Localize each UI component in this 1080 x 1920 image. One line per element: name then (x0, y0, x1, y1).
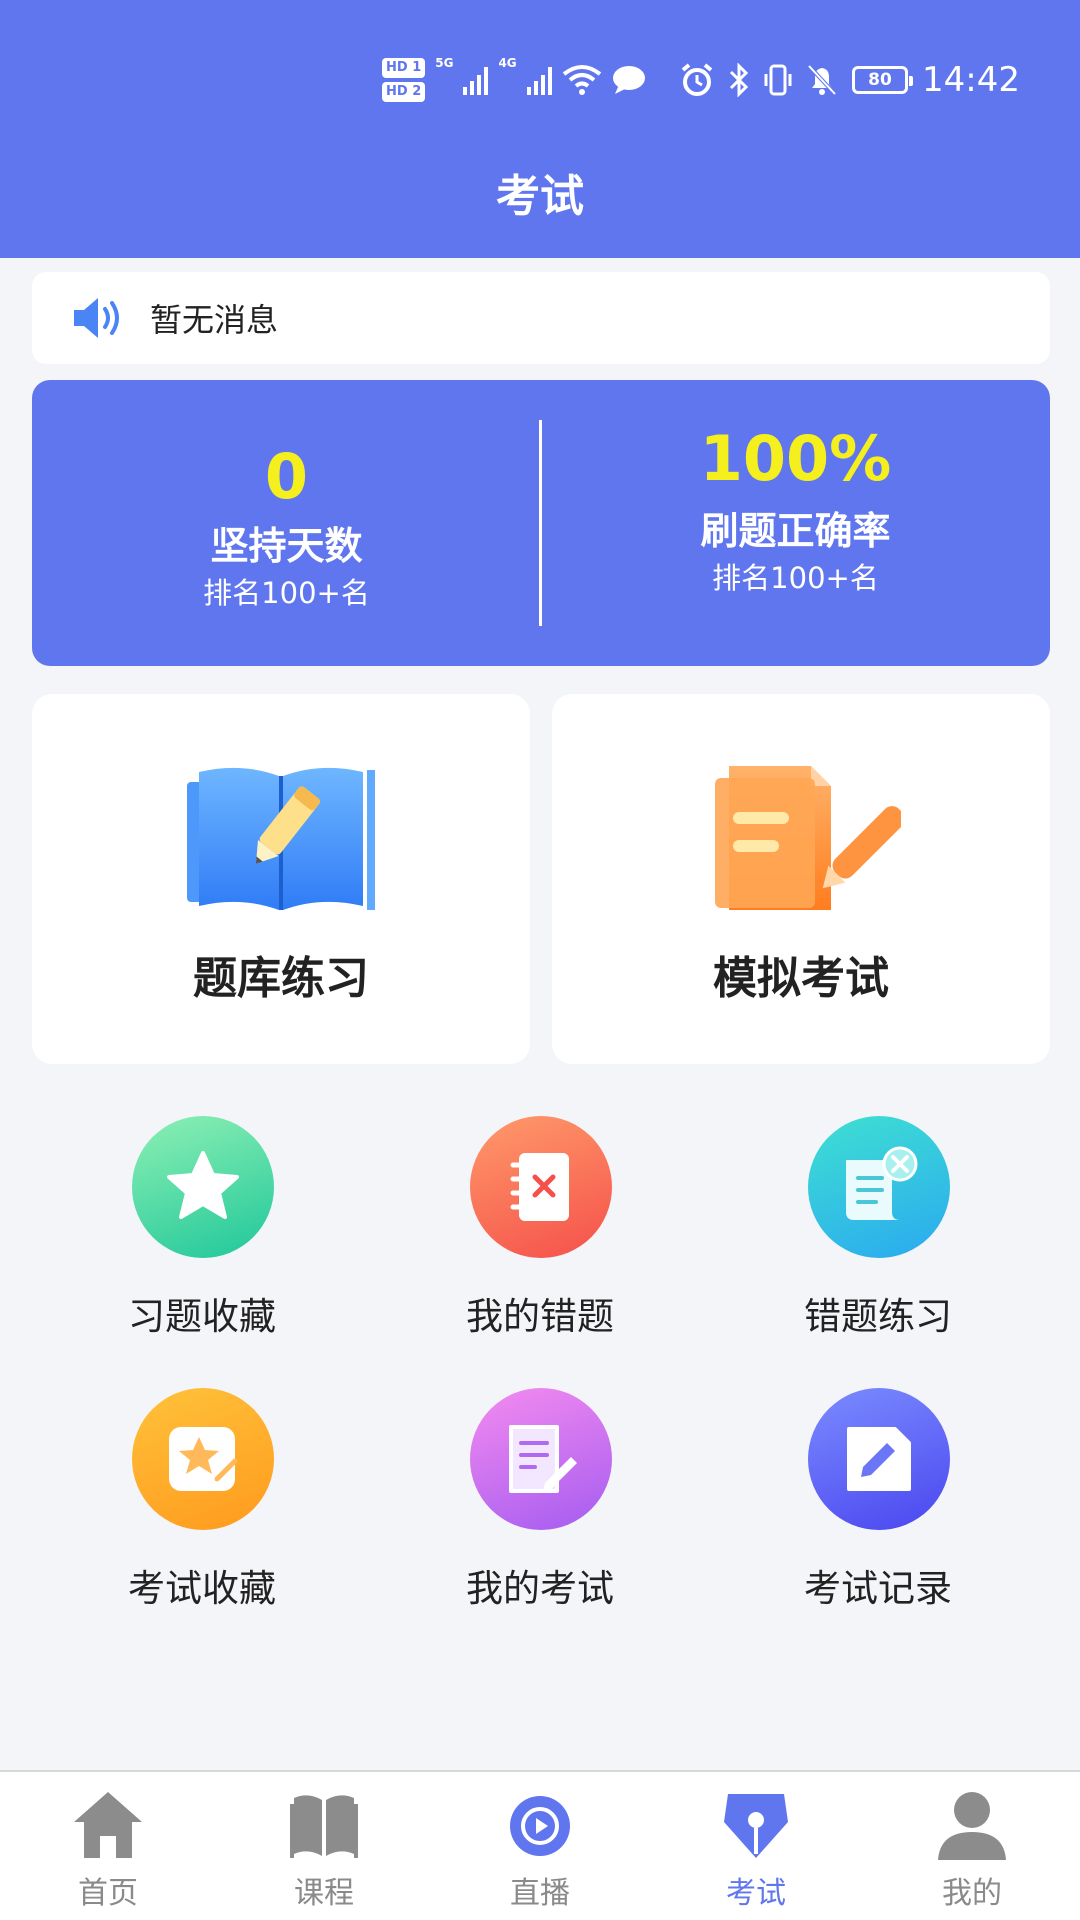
page-title: 考试 (496, 171, 584, 222)
nav-courses[interactable]: 课程 (216, 1772, 432, 1920)
my-exams-circle (470, 1388, 612, 1530)
status-bar: HD 1 HD 2 5G 4G 80 14:42 (0, 50, 1080, 110)
vibrate-icon (764, 64, 792, 96)
nav-live[interactable]: 直播 (432, 1772, 648, 1920)
bluetooth-icon (729, 63, 749, 97)
network-indicators: HD 1 HD 2 5G 4G (382, 52, 646, 108)
my-mistakes-circle (470, 1116, 612, 1258)
notebook-x-icon (510, 1153, 569, 1221)
live-play-icon (510, 1796, 570, 1856)
bottom-nav: 首页 课程 直播 考试 我的 (0, 1770, 1080, 1920)
mistake-practice-circle (808, 1116, 950, 1258)
battery-level: 80 (868, 70, 892, 90)
my-exams-tile[interactable]: 我的考试 (390, 1388, 690, 1628)
edit-note-icon (847, 1427, 911, 1491)
network-5g-label: 5G (435, 56, 454, 70)
app-header: HD 1 HD 2 5G 4G 80 14:42 考试 (0, 0, 1080, 258)
question-bank-card[interactable]: 题库练习 (32, 694, 530, 1064)
notice-text: 暂无消息 (150, 301, 279, 339)
accuracy-value: 100% (699, 422, 892, 495)
document-pencil-icon (509, 1425, 577, 1493)
exam-pen-icon (724, 1794, 788, 1858)
exam-favorites-tile[interactable]: 考试收藏 (52, 1388, 352, 1628)
network-4g-label: 4G (498, 56, 517, 70)
hd1-badge: HD 1 (382, 58, 426, 78)
streak-days-value: 0 (264, 440, 309, 513)
signal-icon (463, 65, 489, 95)
nav-home-label: 首页 (78, 1876, 138, 1911)
notice-bar[interactable]: 暂无消息 (32, 272, 1050, 364)
mute-bell-icon (807, 64, 837, 96)
exercise-favorites-tile[interactable]: 习题收藏 (52, 1116, 352, 1356)
mock-exam-card[interactable]: 模拟考试 (552, 694, 1050, 1064)
star-icon (167, 1151, 239, 1219)
streak-days-rank: 排名100+名 (203, 576, 370, 610)
home-icon (74, 1792, 142, 1858)
mistake-practice-tile[interactable]: 错题练习 (728, 1116, 1028, 1356)
nav-courses-label: 课程 (294, 1876, 354, 1911)
exam-records-label: 考试记录 (804, 1567, 952, 1610)
streak-days-label: 坚持天数 (210, 524, 363, 568)
streak-days-stat: 0 坚持天数 排名100+名 (32, 380, 541, 666)
nav-mine-label: 我的 (942, 1876, 1002, 1911)
my-exams-label: 我的考试 (466, 1567, 614, 1610)
exam-favorites-circle (132, 1388, 274, 1530)
accuracy-rank: 排名100+名 (712, 561, 879, 595)
nav-home[interactable]: 首页 (0, 1772, 216, 1920)
question-bank-label: 题库练习 (193, 953, 369, 1004)
scroll-x-icon (846, 1146, 918, 1220)
chat-bubble-icon (612, 66, 645, 94)
open-book-pencil-icon (187, 767, 375, 910)
signal-icon-2 (526, 65, 552, 95)
exam-favorites-label: 考试收藏 (128, 1567, 276, 1610)
my-mistakes-label: 我的错题 (466, 1295, 614, 1338)
note-star-icon (169, 1427, 238, 1491)
user-icon (938, 1792, 1006, 1860)
alarm-icon (681, 63, 713, 96)
accuracy-label: 刷题正确率 (700, 509, 891, 553)
accuracy-stat: 100% 刷题正确率 排名100+名 (541, 380, 1050, 666)
stats-card: 0 坚持天数 排名100+名 100% 刷题正确率 排名100+名 (32, 380, 1050, 666)
hd2-badge: HD 2 (382, 82, 426, 102)
speaker-icon (74, 298, 119, 338)
status-time: 14:42 (922, 60, 1020, 100)
wifi-icon (562, 65, 601, 95)
my-mistakes-tile[interactable]: 我的错题 (390, 1116, 690, 1356)
battery-indicator: 80 (852, 66, 914, 94)
nav-exam[interactable]: 考试 (648, 1772, 864, 1920)
hd-badges: HD 1 HD 2 (382, 58, 426, 102)
nav-live-label: 直播 (510, 1876, 570, 1911)
nav-mine[interactable]: 我的 (864, 1772, 1080, 1920)
exercise-favorites-circle (132, 1116, 274, 1258)
nav-exam-label: 考试 (726, 1876, 786, 1911)
book-icon (290, 1795, 358, 1858)
mistake-practice-label: 错题练习 (804, 1295, 952, 1338)
mock-exam-label: 模拟考试 (713, 953, 889, 1004)
exam-records-tile[interactable]: 考试记录 (728, 1388, 1028, 1628)
document-pen-icon (715, 766, 901, 910)
exercise-favorites-label: 习题收藏 (128, 1295, 276, 1338)
system-indicators: 80 14:42 (680, 50, 1020, 110)
exam-records-circle (808, 1388, 950, 1530)
